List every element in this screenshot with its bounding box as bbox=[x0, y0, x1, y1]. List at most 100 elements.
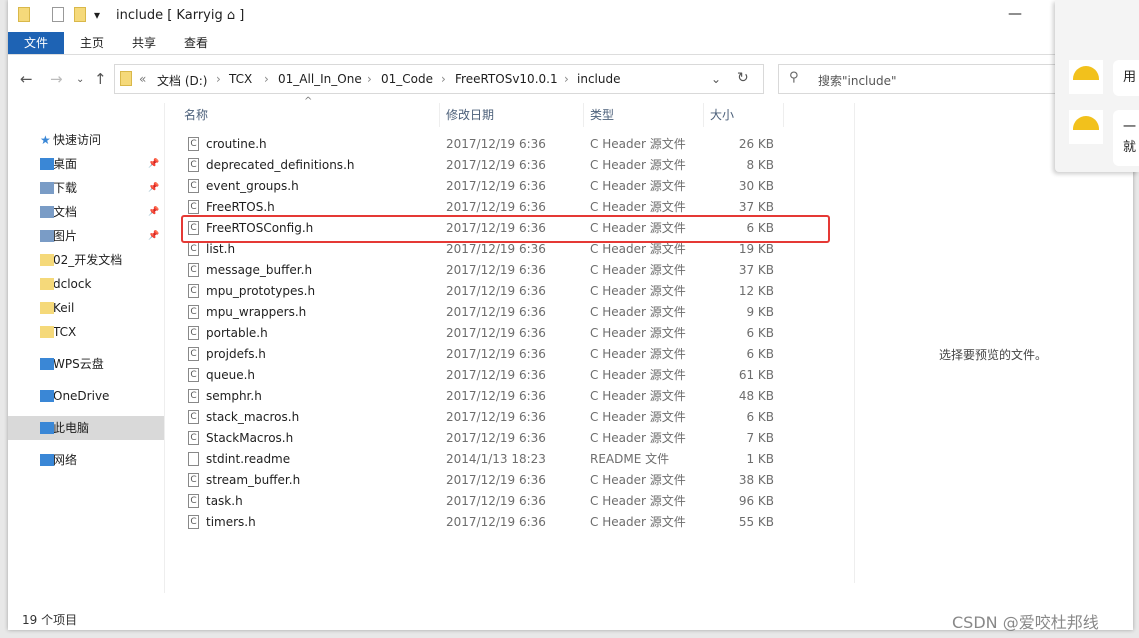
file-type: C Header 源文件 bbox=[590, 368, 686, 382]
file-row[interactable]: Csemphr.h 2017/12/19 6:36 C Header 源文件 48 K… bbox=[182, 386, 782, 407]
search-icon: ⚲ bbox=[789, 70, 799, 85]
tab-share[interactable]: 共享 bbox=[116, 32, 172, 54]
column-name[interactable]: 名称 bbox=[178, 103, 440, 127]
crumb[interactable]: 文档 (D:) bbox=[157, 72, 207, 89]
file-row[interactable]: Cstack_macros.h 2017/12/19 6:36 C Header 源… bbox=[182, 407, 782, 428]
sidebar-item[interactable]: TCX bbox=[8, 320, 164, 344]
sidebar-item-label: 02_开发文档 bbox=[53, 253, 123, 267]
file-row[interactable]: Cportable.h 2017/12/19 6:36 C Header 源文件 6 … bbox=[182, 323, 782, 344]
file-type: C Header 源文件 bbox=[590, 494, 686, 508]
customize-chevron-icon[interactable]: ▾ bbox=[94, 8, 100, 22]
file-row[interactable]: Cprojdefs.h 2017/12/19 6:36 C Header 源文件 6 … bbox=[182, 344, 782, 365]
file-size: 6 KB bbox=[746, 410, 774, 424]
sidebar-item[interactable]: dclock bbox=[8, 272, 164, 296]
message-bubble[interactable]: 一 就 bbox=[1113, 110, 1139, 166]
refresh-icon[interactable]: ↻ bbox=[737, 70, 749, 86]
message-bubble[interactable]: 用 bbox=[1113, 60, 1139, 96]
chevron-right-icon[interactable]: › bbox=[367, 72, 372, 86]
crumb[interactable]: FreeRTOSv10.0.1 bbox=[455, 72, 558, 86]
forward-icon[interactable]: → bbox=[50, 70, 63, 88]
file-row[interactable]: Ctask.h 2017/12/19 6:36 C Header 源文件 96 KB bbox=[182, 491, 782, 512]
search-placeholder: 搜索"include" bbox=[818, 74, 897, 88]
file-row[interactable]: Ctimers.h 2017/12/19 6:36 C Header 源文件 55 K… bbox=[182, 512, 782, 533]
new-folder-icon[interactable] bbox=[74, 7, 86, 22]
file-row[interactable]: stdint.readme 2014/1/13 18:23 README 文件 1 K… bbox=[182, 449, 782, 470]
pin-icon[interactable]: 📌 bbox=[148, 176, 159, 200]
pin-icon[interactable]: 📌 bbox=[148, 200, 159, 224]
crumb[interactable]: 01_All_In_One bbox=[278, 72, 362, 86]
chevron-right-icon[interactable]: › bbox=[264, 72, 269, 86]
file-type: C Header 源文件 bbox=[590, 326, 686, 340]
c-file-icon: C bbox=[188, 305, 199, 319]
file-row[interactable]: Cqueue.h 2017/12/19 6:36 C Header 源文件 61 KB bbox=[182, 365, 782, 386]
c-file-icon: C bbox=[188, 284, 199, 298]
sidebar-item[interactable]: 此电脑 bbox=[8, 416, 164, 440]
crumb[interactable]: include bbox=[577, 72, 620, 86]
sidebar-item[interactable]: 桌面 📌 bbox=[8, 152, 164, 176]
c-file-icon: C bbox=[188, 431, 199, 445]
recent-chevron-icon[interactable]: ⌄ bbox=[76, 74, 84, 85]
pin-icon[interactable]: 📌 bbox=[148, 224, 159, 248]
dropdown-chevron-icon[interactable]: ⌄ bbox=[711, 72, 721, 86]
c-file-icon: C bbox=[188, 389, 199, 403]
sidebar-item-label: dclock bbox=[53, 277, 92, 291]
sidebar-item[interactable]: 02_开发文档 bbox=[8, 248, 164, 272]
file-date: 2017/12/19 6:36 bbox=[446, 410, 546, 424]
file-date: 2017/12/19 6:36 bbox=[446, 368, 546, 382]
address-bar[interactable]: « 文档 (D:) › TCX › 01_All_In_One › 01_Cod… bbox=[114, 64, 764, 94]
back-icon[interactable]: ← bbox=[20, 70, 33, 88]
c-file-icon: C bbox=[188, 137, 199, 151]
computer-icon bbox=[40, 422, 54, 434]
file-row[interactable]: Cdeprecated_definitions.h 2017/12/19 6:36… bbox=[182, 155, 782, 176]
ribbon: 文件 主页 共享 查看 bbox=[8, 32, 1133, 55]
file-size: 37 KB bbox=[738, 263, 774, 277]
properties-icon[interactable] bbox=[52, 7, 64, 22]
sidebar-item[interactable]: 网络 bbox=[8, 448, 164, 472]
tab-file[interactable]: 文件 bbox=[8, 32, 64, 54]
column-date[interactable]: 修改日期 bbox=[440, 103, 584, 127]
sidebar-item[interactable]: 下载 📌 bbox=[8, 176, 164, 200]
network-icon bbox=[40, 454, 54, 466]
sidebar-item[interactable]: WPS云盘 bbox=[8, 352, 164, 376]
c-file-icon: C bbox=[188, 347, 199, 361]
crumb[interactable]: 01_Code bbox=[381, 72, 433, 86]
sidebar-item-label: 图片 bbox=[53, 229, 78, 243]
file-type: C Header 源文件 bbox=[590, 515, 686, 529]
pin-icon[interactable]: 📌 bbox=[148, 152, 159, 176]
file-size: 30 KB bbox=[738, 179, 774, 193]
sidebar-item[interactable]: 文档 📌 bbox=[8, 200, 164, 224]
sidebar-item[interactable]: Keil bbox=[8, 296, 164, 320]
chevron-right-icon[interactable]: › bbox=[564, 72, 569, 86]
file-row[interactable]: Ccroutine.h 2017/12/19 6:36 C Header 源文件 26… bbox=[182, 134, 782, 155]
chevron-right-icon[interactable]: › bbox=[441, 72, 446, 86]
file-row[interactable]: Cmessage_buffer.h 2017/12/19 6:36 C Header… bbox=[182, 260, 782, 281]
file-name: croutine.h bbox=[206, 137, 267, 151]
sidebar-item[interactable]: ★ 快速访问 bbox=[8, 128, 164, 152]
crumb[interactable]: TCX bbox=[229, 72, 252, 86]
file-date: 2017/12/19 6:36 bbox=[446, 515, 546, 529]
sidebar-item-label: 桌面 bbox=[53, 157, 78, 171]
file-row[interactable]: Cevent_groups.h 2017/12/19 6:36 C Header 源… bbox=[182, 176, 782, 197]
column-size[interactable]: 大小 bbox=[704, 103, 784, 127]
tab-home[interactable]: 主页 bbox=[64, 32, 120, 54]
file-size: 6 KB bbox=[746, 326, 774, 340]
up-icon[interactable]: ↑ bbox=[94, 70, 107, 88]
file-row[interactable]: Cmpu_wrappers.h 2017/12/19 6:36 C Header 源… bbox=[182, 302, 782, 323]
file-size: 1 KB bbox=[746, 452, 774, 466]
file-size: 9 KB bbox=[746, 305, 774, 319]
chevron-right-icon[interactable]: › bbox=[216, 72, 221, 86]
file-row[interactable]: Cmpu_prototypes.h 2017/12/19 6:36 C Header… bbox=[182, 281, 782, 302]
c-file-icon: C bbox=[188, 473, 199, 487]
tab-view[interactable]: 查看 bbox=[168, 32, 224, 54]
navigation-bar: ← → ⌄ ↑ « 文档 (D:) › TCX › 01_All_In_One … bbox=[8, 62, 1138, 94]
sidebar-item[interactable]: 图片 📌 bbox=[8, 224, 164, 248]
file-type: C Header 源文件 bbox=[590, 410, 686, 424]
file-row[interactable]: Cstream_buffer.h 2017/12/19 6:36 C Header … bbox=[182, 470, 782, 491]
file-row[interactable]: C StackMacros.h 2017/12/19 6:36 C Header 源文… bbox=[182, 428, 782, 449]
column-type[interactable]: 类型 bbox=[584, 103, 704, 127]
sidebar-item[interactable]: OneDrive bbox=[8, 384, 164, 408]
overflow-icon[interactable]: « bbox=[139, 72, 146, 86]
minimize-button[interactable]: — bbox=[1008, 6, 1022, 22]
sidebar-item-label: TCX bbox=[53, 325, 77, 339]
file-date: 2017/12/19 6:36 bbox=[446, 305, 546, 319]
